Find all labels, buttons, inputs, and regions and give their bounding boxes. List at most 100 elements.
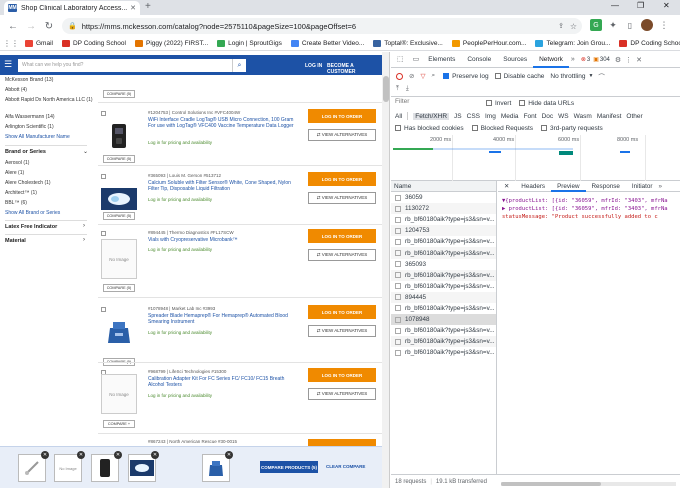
bookmark-item[interactable]: Telegram: Join Grou... <box>535 40 610 47</box>
import-icon[interactable]: ⤒ <box>396 85 399 93</box>
filter-option[interactable]: Aerosol (1) <box>5 160 29 166</box>
view-alternatives-button[interactable]: ⇄ VIEW ALTERNATIVES <box>308 388 376 400</box>
view-alternatives-button[interactable]: ⇄ VIEW ALTERNATIVES <box>308 249 376 261</box>
chevron-down-icon[interactable]: ▼ <box>588 73 593 79</box>
request-row[interactable]: rb_bf60180aik?type=js3&sn=v... <box>391 303 496 314</box>
preserve-log-checkbox[interactable] <box>443 73 450 79</box>
bookmark-item[interactable]: Toptal®: Exclusive... <box>373 40 443 47</box>
compare-slot[interactable]: No Image ✕ <box>54 451 85 482</box>
compare-button[interactable]: COMPARE (5) <box>103 155 135 163</box>
type-filter-css[interactable]: CSS <box>467 113 480 120</box>
request-row[interactable]: rb_bf60180aik?type=js3&sn=v... <box>391 269 496 281</box>
latex-free-heading[interactable]: Latex Free Indicator <box>5 224 57 230</box>
close-tab-icon[interactable]: ✕ <box>130 4 136 12</box>
more-options-icon[interactable]: ⋮ <box>625 56 632 64</box>
close-devtools-icon[interactable]: ✕ <box>636 56 642 64</box>
view-alternatives-button[interactable]: ⇄ VIEW ALTERNATIVES <box>308 325 376 337</box>
filter-option[interactable]: McKesson Brand (13) <box>5 77 53 83</box>
no-image-placeholder[interactable]: No Image <box>101 239 137 279</box>
request-row[interactable]: 1204753 <box>391 225 496 237</box>
filter-option[interactable]: Abbott (4) <box>5 87 27 93</box>
compare-slot[interactable]: ✕ <box>91 451 122 482</box>
login-to-order-button[interactable]: LOG IN TO ORDER <box>308 109 376 123</box>
material-heading[interactable]: Material <box>5 238 26 244</box>
sidepanel-icon[interactable]: ▯ <box>624 19 636 31</box>
export-icon[interactable]: ⤓ <box>406 85 409 93</box>
show-all-manufacturer-link[interactable]: Show All Manufacturer Name <box>5 134 70 140</box>
chevron-down-icon[interactable]: ⌄ <box>83 148 88 155</box>
tab-elements[interactable]: Elements <box>422 52 461 68</box>
product-checkbox[interactable] <box>101 231 106 236</box>
filter-funnel-icon[interactable]: ▽ <box>420 72 425 80</box>
bookmark-item[interactable]: DP Coding School <box>61 40 126 47</box>
compare-slot[interactable]: ✕ <box>18 451 49 482</box>
request-row[interactable]: rb_bf60180aik?type=js3&sn=v... <box>391 281 496 292</box>
maximize-icon[interactable]: ❐ <box>637 1 644 10</box>
login-to-order-button[interactable]: LOG IN TO ORDER <box>308 229 376 243</box>
address-bar[interactable]: 🔒 https://mms.mckesson.com/catalog?node=… <box>62 18 582 34</box>
browser-tab[interactable]: MM Shop Clinical Laboratory Access... ✕ <box>4 1 140 15</box>
third-party-checkbox[interactable] <box>541 125 548 131</box>
request-row[interactable]: 1130272 <box>391 203 496 215</box>
no-image-placeholder[interactable]: No Image <box>101 374 137 414</box>
hide-data-urls-checkbox[interactable] <box>519 100 526 106</box>
new-tab-icon[interactable]: + <box>145 2 151 12</box>
login-link[interactable]: LOG IN <box>305 63 322 69</box>
type-filter-all[interactable]: All <box>395 113 402 120</box>
back-icon[interactable]: ← <box>4 21 22 32</box>
product-title-link[interactable]: Vials with Cryopreservative Microbank™ <box>148 237 298 243</box>
tab-response[interactable]: Response <box>586 181 626 192</box>
compare-button[interactable]: COMPARE (5) <box>103 90 135 98</box>
tab-headers[interactable]: Headers <box>515 181 551 192</box>
page-scrollbar[interactable] <box>382 52 389 488</box>
minimize-icon[interactable]: — <box>611 1 619 10</box>
extension-icon[interactable]: G <box>590 19 602 31</box>
request-row[interactable]: rb_bf60180aik?type=js3&sn=v... <box>391 247 496 259</box>
close-detail-icon[interactable]: ✕ <box>498 181 515 192</box>
chevron-right-icon[interactable]: › <box>83 237 85 243</box>
json-productlist-line[interactable]: ▶ productList: [{id: "36059", mfrId: "34… <box>498 205 680 213</box>
product-checkbox[interactable] <box>101 307 106 312</box>
menu-kebab-icon[interactable]: ⋮ <box>658 19 670 31</box>
type-filter-fetchxhr[interactable]: Fetch/XHR <box>413 112 450 120</box>
tab-preview[interactable]: Preview <box>551 181 586 192</box>
product-image[interactable] <box>101 118 137 154</box>
device-toggle-icon[interactable]: ▭ <box>410 52 423 68</box>
bookmark-star-icon[interactable]: ☆ <box>570 22 577 31</box>
request-row[interactable]: rb_bf60180aik?type=js3&sn=v... <box>391 336 496 348</box>
filter-option[interactable]: Architect™ (1) <box>5 190 37 196</box>
more-tabs-icon[interactable]: » <box>571 56 575 63</box>
hamburger-menu-icon[interactable]: ☰ <box>4 59 12 70</box>
clear-compare-link[interactable]: CLEAR COMPARE <box>326 464 365 469</box>
product-image[interactable] <box>101 314 137 350</box>
tab-initiator[interactable]: Initiator <box>626 181 659 192</box>
filter-option[interactable]: Alfa Wassermann (14) <box>5 114 55 120</box>
tab-network[interactable]: Network <box>533 52 569 68</box>
clear-icon[interactable]: ⊘ <box>409 72 414 80</box>
forward-icon[interactable]: → <box>22 21 40 32</box>
brand-series-heading[interactable]: Brand or Series <box>5 149 46 155</box>
bookmark-item[interactable]: Gmail <box>25 40 53 47</box>
remove-compare-icon[interactable]: ✕ <box>41 451 49 459</box>
remove-compare-icon[interactable]: ✕ <box>114 451 122 459</box>
type-filter-ws[interactable]: WS <box>558 113 568 120</box>
blocked-cookies-checkbox[interactable] <box>395 125 401 131</box>
bookmark-item[interactable]: PeoplePerHour.com... <box>451 40 526 47</box>
reload-icon[interactable]: ↻ <box>40 21 58 32</box>
blocked-requests-checkbox[interactable] <box>471 125 478 131</box>
filter-option[interactable]: Abbott Rapid Dx North America LLC (1) <box>5 97 93 103</box>
throttling-select[interactable]: No throttling <box>550 73 585 80</box>
network-timeline[interactable]: 2000 ms 4000 ms 6000 ms 8000 ms <box>391 135 680 181</box>
wifi-icon[interactable]: ⌒ <box>598 71 605 81</box>
request-row[interactable]: rb_bf60180aik?type=js3&sn=v... <box>391 347 496 358</box>
settings-gear-icon[interactable]: ⚙ <box>615 56 621 64</box>
filter-option[interactable]: BBL™ (6) <box>5 200 27 206</box>
json-root-line[interactable]: ▼{productList: [{id: "36059", mfrId: "34… <box>498 197 680 205</box>
type-filter-img[interactable]: Img <box>485 113 496 120</box>
detail-horizontal-scrollbar[interactable] <box>501 482 676 486</box>
puzzle-icon[interactable]: ✦ <box>607 19 619 31</box>
login-to-order-button[interactable]: LOG IN TO ORDER <box>308 305 376 319</box>
type-filter-manifest[interactable]: Manifest <box>597 113 622 120</box>
type-filter-media[interactable]: Media <box>501 113 519 120</box>
bookmark-item[interactable]: DP Coding School <box>619 40 680 47</box>
